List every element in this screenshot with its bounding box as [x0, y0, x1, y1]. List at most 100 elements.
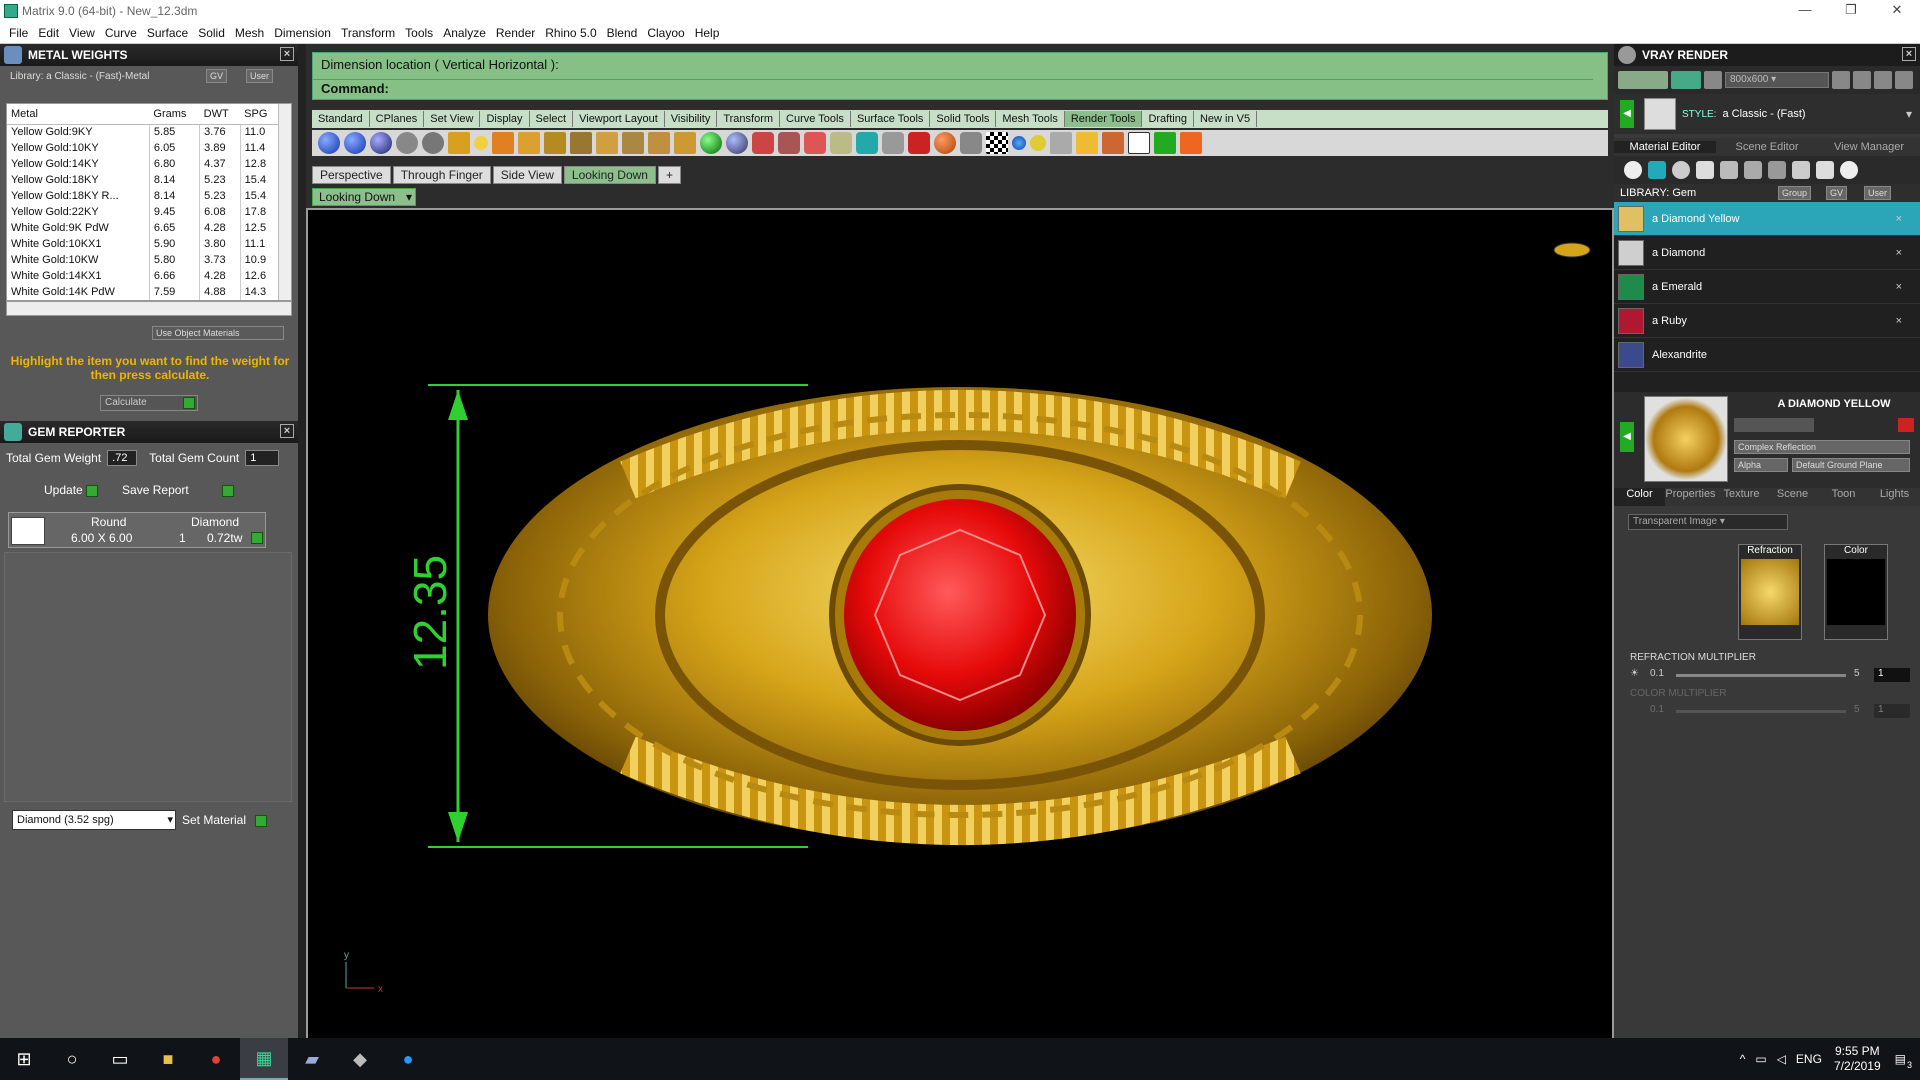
gem-row-go-icon[interactable] — [251, 532, 263, 544]
col-metal[interactable]: Metal — [7, 104, 150, 125]
tab-material-editor[interactable]: Material Editor — [1614, 141, 1716, 153]
panel-splitter[interactable] — [298, 44, 306, 1038]
chevron-up-icon[interactable]: ^ — [1740, 1052, 1746, 1066]
settings-icon[interactable] — [1102, 132, 1124, 154]
notifications-icon[interactable]: ▤ 3 — [1895, 1052, 1912, 1070]
metal-row[interactable]: White Gold:9K PdW 6.65 4.28 12.5 — [7, 220, 280, 236]
rectangular-light-icon[interactable] — [570, 132, 592, 154]
maximize-button[interactable]: ❐ — [1828, 0, 1874, 22]
brush-icon[interactable] — [1816, 161, 1834, 179]
alpha-toggle[interactable]: Alpha — [1734, 458, 1788, 472]
toolbar-tab-cplanes[interactable]: CPlanes — [370, 111, 425, 127]
toolbar-tab-curve-tools[interactable]: Curve Tools — [780, 111, 851, 127]
metal-gv-toggle[interactable]: GV — [206, 69, 228, 83]
tab-texture[interactable]: Texture — [1716, 488, 1767, 506]
viewport-label[interactable]: Looking Down ▾ — [312, 188, 416, 206]
curve-icon[interactable] — [882, 132, 904, 154]
environment-icon[interactable] — [622, 132, 644, 154]
render-preview-icon[interactable] — [344, 132, 366, 154]
metal-row[interactable]: Yellow Gold:14KY 6.80 4.37 12.8 — [7, 156, 280, 172]
decal-icon[interactable] — [674, 132, 696, 154]
tab-scene[interactable]: Scene — [1767, 488, 1818, 506]
task-view-icon[interactable]: ▭ — [96, 1038, 144, 1080]
menu-blend[interactable]: Blend — [602, 26, 643, 40]
directional-light-icon[interactable] — [518, 132, 540, 154]
rhino-icon[interactable]: ◆ — [336, 1038, 384, 1080]
metal-user-toggle[interactable]: User — [246, 69, 274, 83]
metal-table-vscroll[interactable] — [278, 104, 291, 300]
flame-icon[interactable] — [1624, 161, 1642, 179]
color-multiplier-slider[interactable]: 0.1 5 1 — [1630, 704, 1912, 718]
light-icon[interactable] — [448, 132, 470, 154]
vray-close-icon[interactable]: × — [1902, 47, 1916, 61]
cube-icon[interactable] — [830, 132, 852, 154]
toolbar-tab-new-in-v5[interactable]: New in V5 — [1194, 111, 1258, 127]
command-line[interactable]: Command: — [313, 79, 1593, 97]
render-sphere-icon[interactable] — [318, 132, 340, 154]
group-toggle[interactable]: Group — [1778, 186, 1812, 200]
refraction-multiplier-slider[interactable]: ☀ 0.1 5 1 — [1630, 668, 1912, 682]
edit-icon[interactable] — [960, 132, 982, 154]
gem-material-select[interactable]: Diamond (3.52 spg) ▾ — [12, 810, 176, 830]
metal-row[interactable]: Yellow Gold:10KY 6.05 3.89 11.4 — [7, 140, 280, 156]
save-report-button[interactable]: Save Report — [122, 483, 235, 497]
gem-material-item[interactable]: a Diamond × — [1614, 236, 1920, 270]
gem-icon[interactable] — [1648, 161, 1666, 179]
menu-render[interactable]: Render — [491, 26, 540, 40]
box-icon[interactable] — [856, 132, 878, 154]
style-bar[interactable]: ◀ STYLE: a Classic - (Fast) ▾ — [1614, 94, 1920, 134]
navigation-ring-icon[interactable] — [1553, 242, 1591, 258]
metal-weights-close-icon[interactable]: × — [280, 47, 294, 61]
sun-icon[interactable] — [596, 132, 618, 154]
viewport-tab-through-finger[interactable]: Through Finger — [392, 166, 491, 184]
folder-icon[interactable] — [1076, 132, 1098, 154]
bulb-icon[interactable] — [1840, 161, 1858, 179]
metal-row[interactable]: Yellow Gold:9KY 5.85 3.76 11.0 — [7, 124, 280, 140]
metal-row[interactable]: Yellow Gold:22KY 9.45 6.08 17.8 — [7, 204, 280, 220]
tab-properties[interactable]: Properties — [1665, 488, 1716, 506]
matrix-taskbar-icon[interactable]: ▦ — [240, 1038, 288, 1080]
menu-dimension[interactable]: Dimension — [269, 26, 336, 40]
list-icon[interactable] — [1874, 71, 1892, 89]
point-light-icon[interactable] — [492, 132, 514, 154]
viewport-looking-down[interactable]: 12.35 y x — [306, 208, 1614, 1040]
frame-icon[interactable] — [1128, 132, 1150, 154]
teapot-icon[interactable] — [778, 132, 800, 154]
toolbar-tab-viewport-layout[interactable]: Viewport Layout — [573, 111, 665, 127]
render-start-icon[interactable] — [1671, 71, 1701, 89]
menu-view[interactable]: View — [64, 26, 100, 40]
library-gv-toggle[interactable]: GV — [1826, 186, 1848, 200]
gem-material-item[interactable]: a Emerald × — [1614, 270, 1920, 304]
key-icon[interactable] — [1030, 135, 1046, 151]
menu-clayoo[interactable]: Clayoo — [642, 26, 689, 40]
metal-table-hscroll[interactable] — [6, 301, 292, 316]
color-value[interactable]: 1 — [1874, 704, 1910, 718]
metal-row[interactable]: White Gold:10KX1 5.90 3.80 11.1 — [7, 236, 280, 252]
tab-lights[interactable]: Lights — [1869, 488, 1920, 506]
frame-buffer-icon[interactable] — [1853, 71, 1871, 89]
texture-icon[interactable] — [422, 132, 444, 154]
viewport-tab-looking-down[interactable]: Looking Down — [563, 166, 656, 184]
color-slot[interactable]: Color — [1824, 544, 1888, 640]
menu-tools[interactable]: Tools — [400, 26, 438, 40]
resolution-select[interactable]: 800x600 ▾ — [1725, 72, 1829, 88]
clock[interactable]: 9:55 PM 7/2/2019 — [1834, 1044, 1881, 1074]
toolbar-tab-mesh-tools[interactable]: Mesh Tools — [996, 111, 1065, 127]
ground-plane-select[interactable]: Default Ground Plane — [1792, 458, 1910, 472]
sphere-icon[interactable] — [1672, 161, 1690, 179]
gem-material-item[interactable]: a Ruby × — [1614, 304, 1920, 338]
toolbar-tab-standard[interactable]: Standard — [312, 111, 370, 127]
transparent-image-select[interactable]: Transparent Image ▾ — [1628, 514, 1788, 530]
remove-material-icon[interactable]: × — [1896, 247, 1902, 259]
viewport-tab-perspective[interactable]: Perspective — [312, 166, 391, 184]
viewport-tab-side-view[interactable]: Side View — [492, 166, 562, 184]
toolbar-tab-set-view[interactable]: Set View — [424, 111, 481, 127]
render-camera-icon[interactable] — [1704, 71, 1722, 89]
chrome-icon[interactable]: ● — [192, 1038, 240, 1080]
col-dwt[interactable]: DWT — [199, 104, 241, 125]
refraction-slot[interactable]: Refraction — [1738, 544, 1802, 640]
render-mode-icon[interactable] — [1618, 71, 1668, 89]
gem-material-item[interactable]: Alexandrite — [1614, 338, 1920, 372]
remove-material-icon[interactable]: × — [1896, 213, 1902, 225]
menu-solid[interactable]: Solid — [193, 26, 230, 40]
